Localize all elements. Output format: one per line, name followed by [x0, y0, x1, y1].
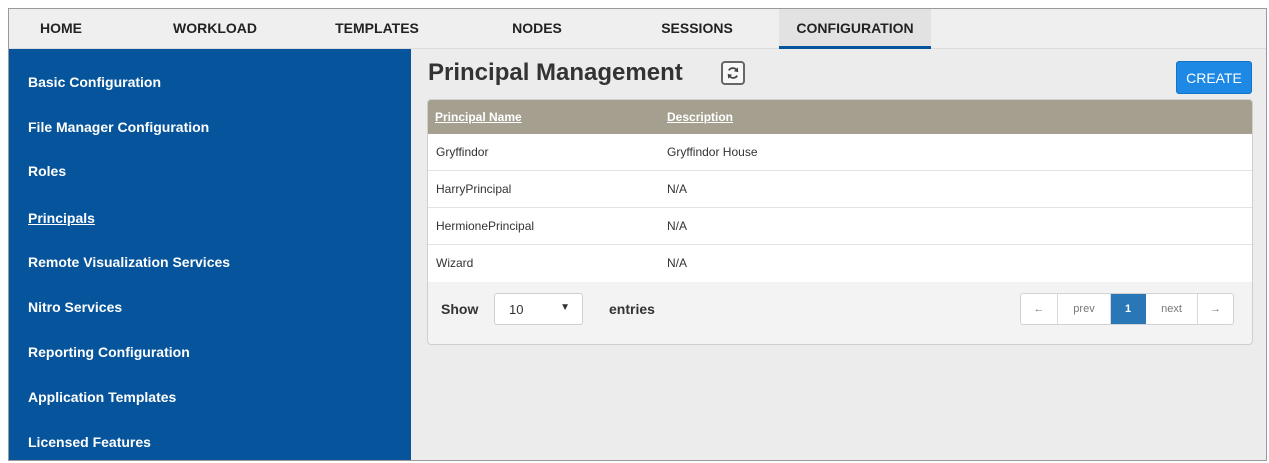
page-size-select[interactable]: 10 ▼ — [494, 293, 583, 325]
pagination-first-button[interactable]: ← — [1021, 294, 1058, 324]
nav-configuration[interactable]: CONFIGURATION — [779, 9, 931, 49]
sidebar-item-principals[interactable]: Principals — [28, 208, 95, 228]
sidebar-item-roles[interactable]: Roles — [28, 161, 66, 181]
refresh-icon — [727, 67, 739, 79]
pagination-last-button[interactable]: → — [1198, 294, 1233, 324]
entries-label: entries — [609, 301, 655, 317]
create-button[interactable]: CREATE — [1176, 61, 1252, 94]
sidebar-item-remote-visualization-services[interactable]: Remote Visualization Services — [28, 252, 230, 272]
pagination-next-button[interactable]: next — [1146, 294, 1198, 324]
column-header-description[interactable]: Description — [667, 110, 733, 124]
cell-principal-name: Gryffindor — [436, 145, 489, 159]
refresh-button[interactable] — [721, 61, 745, 85]
pagination-prev-button[interactable]: prev — [1058, 294, 1111, 324]
caret-down-icon: ▼ — [560, 302, 570, 313]
nav-home[interactable]: HOME — [30, 9, 92, 49]
table-header: Principal Name Description — [428, 100, 1252, 134]
table-row[interactable]: Gryffindor Gryffindor House — [428, 134, 1252, 171]
app-window: HOME WORKLOAD TEMPLATES NODES SESSIONS C… — [8, 8, 1267, 461]
page-size-value: 10 — [509, 302, 524, 317]
nav-sessions[interactable]: SESSIONS — [647, 9, 747, 49]
sidebar: Basic Configuration File Manager Configu… — [9, 49, 411, 460]
sidebar-item-file-manager-configuration[interactable]: File Manager Configuration — [28, 117, 209, 137]
cell-principal-name: HarryPrincipal — [436, 182, 512, 196]
cell-principal-name: HermionePrincipal — [436, 219, 535, 233]
top-navigation: HOME WORKLOAD TEMPLATES NODES SESSIONS C… — [9, 9, 1266, 49]
principals-table-panel: Principal Name Description Gryffindor Gr… — [427, 99, 1253, 345]
table-row[interactable]: Wizard N/A — [428, 245, 1252, 282]
cell-description: N/A — [667, 219, 688, 233]
cell-description: N/A — [667, 256, 688, 270]
page-title: Principal Management — [428, 59, 683, 86]
cell-description: Gryffindor House — [667, 145, 758, 159]
cell-description: N/A — [667, 182, 688, 196]
nav-nodes[interactable]: NODES — [497, 9, 577, 49]
sidebar-item-application-templates[interactable]: Application Templates — [28, 387, 176, 407]
show-label: Show — [441, 301, 479, 317]
table-row[interactable]: HarryPrincipal N/A — [428, 171, 1252, 208]
table-row[interactable]: HermionePrincipal N/A — [428, 208, 1252, 245]
sidebar-item-basic-configuration[interactable]: Basic Configuration — [28, 72, 161, 92]
main-content: Principal Management CREATE Principal Na… — [411, 49, 1266, 460]
sidebar-item-licensed-features[interactable]: Licensed Features — [28, 432, 151, 452]
sidebar-item-nitro-services[interactable]: Nitro Services — [28, 297, 122, 317]
nav-templates[interactable]: TEMPLATES — [327, 9, 427, 49]
sidebar-item-reporting-configuration[interactable]: Reporting Configuration — [28, 342, 190, 362]
column-header-principal-name[interactable]: Principal Name — [435, 110, 522, 124]
cell-principal-name: Wizard — [436, 256, 474, 270]
pagination-page-1[interactable]: 1 — [1111, 294, 1146, 324]
nav-workload[interactable]: WORKLOAD — [165, 9, 265, 49]
pagination: ← prev 1 next → — [1020, 293, 1234, 325]
